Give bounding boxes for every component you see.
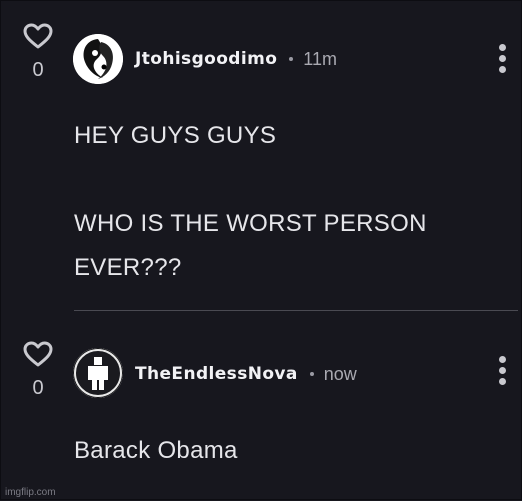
comment-1: 0 Jtohisgoodimo 11m HEY GUYS GUYS WHO IS… bbox=[1, 1, 522, 310]
timestamp: 11m bbox=[303, 48, 337, 69]
vote-count: 0 bbox=[32, 377, 44, 399]
separator-dot bbox=[289, 57, 294, 61]
heart-icon[interactable] bbox=[23, 341, 53, 368]
comment-meta: TheEndlessNova now bbox=[135, 363, 357, 385]
vote-count: 0 bbox=[32, 59, 44, 81]
avatar[interactable] bbox=[73, 34, 123, 84]
username[interactable]: Jtohisgoodimo bbox=[135, 49, 277, 69]
more-options-icon[interactable] bbox=[494, 356, 510, 389]
comment-line: WHO IS THE WORST PERSON bbox=[74, 210, 427, 237]
heart-icon[interactable] bbox=[23, 23, 53, 50]
comment-thread: 0 Jtohisgoodimo 11m HEY GUYS GUYS WHO IS… bbox=[0, 0, 522, 500]
comment-line: HEY GUYS GUYS bbox=[74, 122, 277, 149]
comment-meta: Jtohisgoodimo 11m bbox=[135, 48, 337, 70]
avatar[interactable] bbox=[73, 348, 123, 398]
comment-line: Barack Obama bbox=[74, 437, 238, 464]
yin-yang-face-avatar-icon bbox=[73, 34, 123, 84]
vote-control: 0 bbox=[21, 341, 55, 400]
comment-body: HEY GUYS GUYS WHO IS THE WORST PERSON EV… bbox=[74, 114, 427, 290]
timestamp: now bbox=[323, 363, 357, 384]
black-figure-avatar-icon bbox=[73, 348, 123, 398]
watermark: imgflip.com bbox=[5, 487, 56, 498]
comment-2: 0 TheEndlessNova now Barack Obama bbox=[1, 311, 522, 501]
vote-control: 0 bbox=[21, 23, 55, 82]
username[interactable]: TheEndlessNova bbox=[135, 364, 298, 384]
more-options-icon[interactable] bbox=[494, 44, 510, 77]
separator-dot bbox=[309, 372, 314, 376]
comment-line bbox=[74, 158, 427, 202]
comment-line: EVER??? bbox=[74, 254, 182, 281]
comment-body: Barack Obama bbox=[74, 429, 238, 473]
